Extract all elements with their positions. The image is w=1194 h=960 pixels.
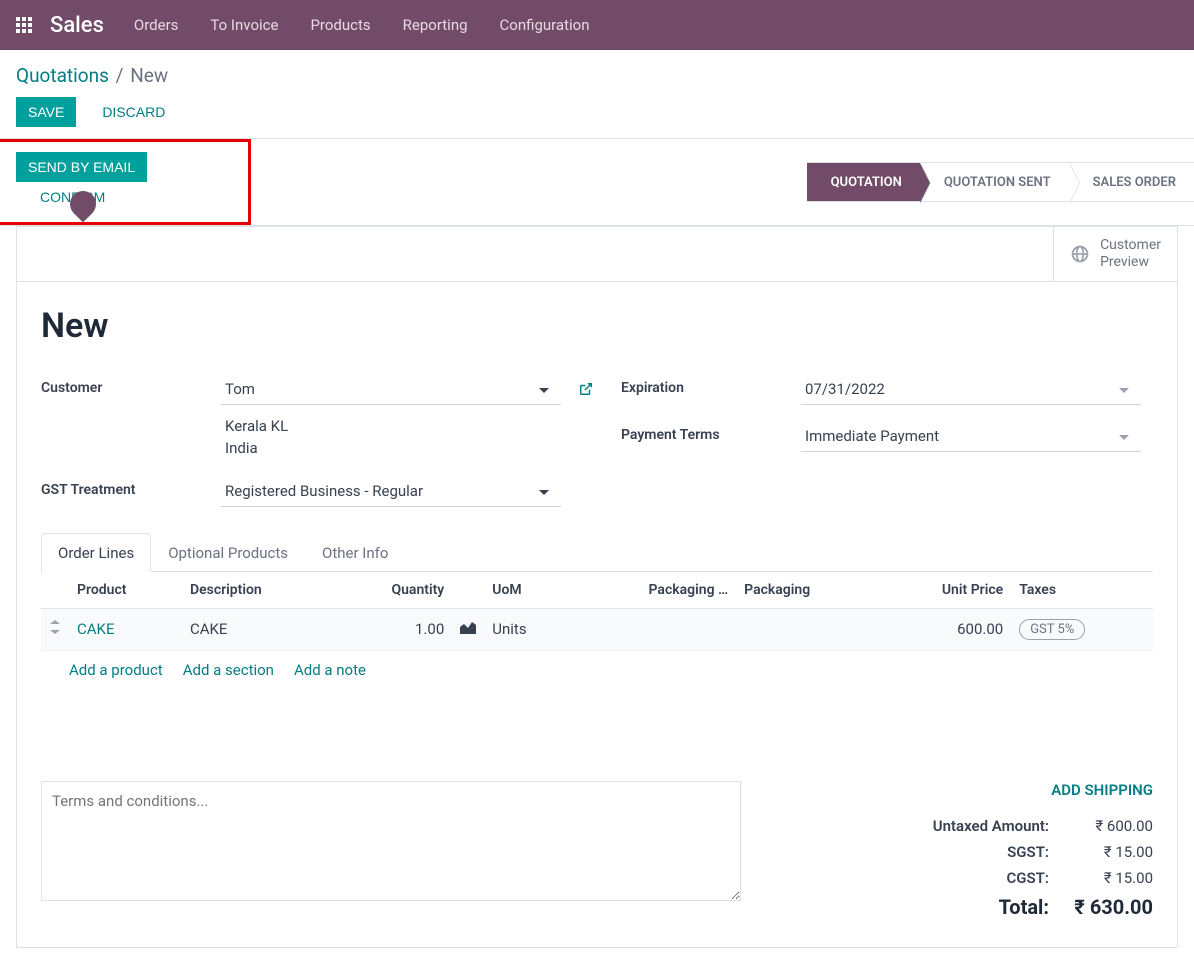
sgst-value: ₹ 15.00 [1073,843,1153,861]
action-row: SAVE DISCARD [0,97,1194,141]
breadcrumb-separator: / [116,64,124,87]
total-label: Total: [909,895,1049,919]
sgst-label: SGST: [909,843,1049,861]
stage-quotation-sent[interactable]: QUOTATION SENT [920,162,1069,202]
record-title: New [41,306,1153,346]
tab-order-lines[interactable]: Order Lines [41,533,151,572]
discard-button[interactable]: DISCARD [90,97,177,127]
customer-value: Tom [225,380,255,398]
nav-orders[interactable]: Orders [134,16,179,34]
top-navbar: Sales Orders To Invoice Products Reporti… [0,0,1194,50]
breadcrumb: Quotations / New [16,64,1178,87]
highlighted-actions: SEND BY EMAIL CONFIRM [0,139,251,225]
tabs: Order Lines Optional Products Other Info [41,533,1153,572]
col-quantity: Quantity [334,572,453,609]
row-unit-price: 600.00 [878,608,1011,650]
gst-input[interactable]: Registered Business - Regular [221,476,561,507]
drag-handle-icon[interactable] [41,608,69,650]
row-description: CAKE [182,608,334,650]
terms-textarea[interactable] [41,781,741,901]
terms-value: Immediate Payment [805,427,939,445]
untaxed-value: ₹ 600.00 [1073,817,1153,835]
module-name[interactable]: Sales [50,13,104,38]
row-uom: Units [484,608,571,650]
breadcrumb-quotations[interactable]: Quotations [16,64,109,87]
add-product-link[interactable]: Add a product [69,661,163,679]
expiration-input[interactable]: 07/31/2022 [801,374,1141,405]
breadcrumb-current: New [130,64,168,87]
untaxed-label: Untaxed Amount: [909,817,1049,835]
cgst-label: CGST: [909,869,1049,887]
stat-buttons-row: Customer Preview [17,227,1177,282]
col-unit-price: Unit Price [878,572,1011,609]
send-by-email-button[interactable]: SEND BY EMAIL [16,152,147,182]
stage-sales-order[interactable]: SALES ORDER [1069,162,1194,202]
gst-label: GST Treatment [41,476,221,498]
customer-label: Customer [41,374,221,396]
col-packaging-qty: Packaging … [571,572,736,609]
form-sheet: Customer Preview New Customer Tom [16,226,1178,948]
nav-configuration[interactable]: Configuration [500,16,590,34]
table-row[interactable]: CAKE CAKE 1.00 Units 600.00 GST 5% [41,608,1153,650]
cgst-value: ₹ 15.00 [1073,869,1153,887]
nav-products[interactable]: Products [310,16,370,34]
expiration-label: Expiration [621,374,801,396]
chevron-down-icon[interactable] [539,388,549,393]
col-uom: UoM [484,572,571,609]
row-tax-badge[interactable]: GST 5% [1019,619,1085,640]
col-packaging: Packaging [736,572,878,609]
chevron-down-icon[interactable] [539,490,549,495]
add-shipping-link[interactable]: ADD SHIPPING [909,781,1153,799]
globe-icon [1070,244,1090,264]
tab-optional-products[interactable]: Optional Products [151,533,305,572]
area-chart-icon[interactable] [460,620,476,634]
statusbar: SEND BY EMAIL CONFIRM QUOTATION QUOTATIO… [0,138,1194,226]
row-pkg [736,608,878,650]
total-value: ₹ 630.00 [1073,895,1153,919]
chevron-down-icon[interactable] [1119,388,1129,393]
nav-menu: Orders To Invoice Products Reporting Con… [134,16,590,34]
address-line1: Kerala KL [225,415,573,438]
col-description: Description [182,572,334,609]
customer-input[interactable]: Tom [221,374,561,405]
row-quantity: 1.00 [334,608,453,650]
customer-preview-l1: Customer [1100,237,1161,254]
stage-quotation[interactable]: QUOTATION [807,162,920,202]
nav-reporting[interactable]: Reporting [403,16,468,34]
customer-preview-l2: Preview [1100,254,1161,271]
add-links: Add a product Add a section Add a note [41,651,1153,689]
row-pkg-qty [571,608,736,650]
gst-value: Registered Business - Regular [225,482,423,500]
terms-label: Payment Terms [621,421,801,443]
add-section-link[interactable]: Add a section [183,661,274,679]
expiration-value: 07/31/2022 [805,380,885,398]
status-stages: QUOTATION QUOTATION SENT SALES ORDER [807,139,1194,225]
external-link-icon[interactable] [579,382,593,400]
col-taxes: Taxes [1011,572,1153,609]
apps-icon[interactable] [16,17,32,33]
col-product: Product [69,572,182,609]
breadcrumb-row: Quotations / New [0,50,1194,97]
address-line2: India [225,437,573,460]
customer-preview-button[interactable]: Customer Preview [1053,227,1177,281]
tab-other-info[interactable]: Other Info [305,533,405,572]
terms-input[interactable]: Immediate Payment [801,421,1141,452]
row-product[interactable]: CAKE [77,620,115,638]
nav-to-invoice[interactable]: To Invoice [210,16,278,34]
chevron-down-icon[interactable] [1119,435,1129,440]
save-button[interactable]: SAVE [16,97,76,127]
order-lines-table: Product Description Quantity UoM Packagi… [41,572,1153,651]
add-note-link[interactable]: Add a note [294,661,366,679]
